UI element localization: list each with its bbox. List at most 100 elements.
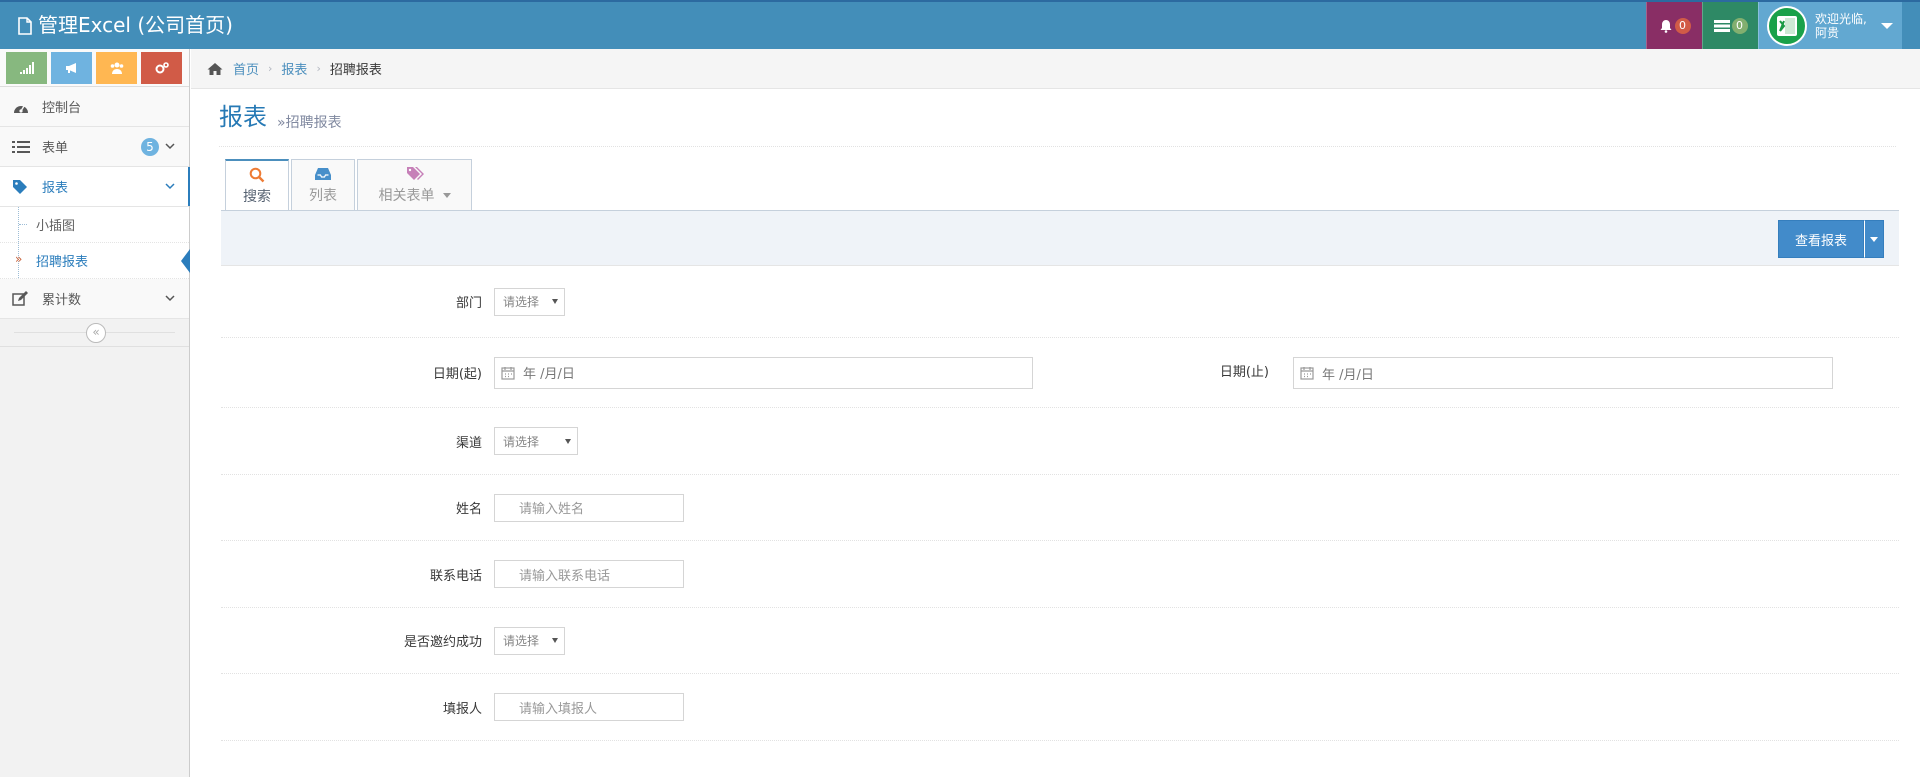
top-navbar: 管理Excel (公司首页) 0 0 欢迎光临, 阿贵 — [0, 0, 1920, 49]
form-row-phone: 联系电话 请输入联系电话 — [221, 541, 1899, 608]
view-report-button[interactable]: 查看报表 — [1777, 220, 1864, 258]
page-header: 报表 »招聘报表 — [219, 89, 1896, 147]
bell-icon — [1660, 19, 1671, 33]
phone-input[interactable]: 请输入联系电话 — [494, 560, 684, 588]
channel-select[interactable]: 请选择 — [494, 427, 578, 455]
welcome-text: 欢迎光临, — [1815, 11, 1867, 26]
form-row-department: 部门 请选择 — [221, 266, 1899, 338]
sidebar-subitem-recruitment-report[interactable]: » 招聘报表 — [0, 243, 190, 279]
name-label: 姓名 — [455, 502, 482, 517]
shortcut-signal-button[interactable] — [6, 52, 47, 84]
tab-list[interactable]: 列表 — [291, 159, 355, 211]
notifications-count: 0 — [1674, 17, 1691, 34]
user-name: 阿贵 — [1815, 25, 1840, 40]
date-start-value: 年 /月/日 — [523, 367, 575, 382]
tasks-button[interactable]: 0 — [1702, 2, 1758, 49]
chevron-down-icon — [165, 143, 175, 150]
page-subtitle: »招聘报表 — [277, 115, 342, 131]
main-content: 首页 › 报表 › 招聘报表 报表 »招聘报表 搜索 列表 相关表单 查看报表 … — [191, 49, 1920, 777]
list-icon — [12, 139, 30, 155]
app-brand[interactable]: 管理Excel (公司首页) — [18, 2, 233, 49]
search-form: 部门 请选择 日期(起) 年 /月/日 日期(止) 年 /月/日 渠道 请选择 … — [221, 266, 1899, 741]
department-select[interactable]: 请选择 — [494, 287, 565, 316]
date-end-value: 年 /月/日 — [1322, 367, 1374, 383]
date-end-input[interactable]: 年 /月/日 — [1293, 357, 1833, 389]
view-report-dropdown-toggle[interactable] — [1864, 220, 1884, 258]
sidebar-item-dashboard[interactable]: 控制台 — [0, 87, 189, 127]
shortcut-bullhorn-button[interactable] — [51, 52, 92, 84]
phone-placeholder: 请输入联系电话 — [519, 568, 611, 584]
dashboard-icon — [12, 99, 30, 115]
search-toolbar: 查看报表 — [221, 210, 1899, 266]
form-row-name: 姓名 请输入姓名 — [221, 475, 1899, 541]
excel-logo-icon — [1777, 15, 1797, 36]
cogs-icon — [155, 62, 169, 74]
invited-select-value: 请选择 — [503, 634, 540, 648]
file-icon — [18, 16, 32, 35]
department-label: 部门 — [455, 296, 482, 311]
date-start-input[interactable]: 年 /月/日 — [494, 356, 1033, 389]
caret-down-icon — [552, 638, 558, 643]
inbox-icon — [315, 168, 331, 180]
user-welcome: 欢迎光临, 阿贵 — [1815, 12, 1867, 40]
tab-label: 列表 — [309, 188, 337, 204]
caret-down-icon — [552, 299, 558, 304]
breadcrumb-current: 招聘报表 — [329, 63, 382, 78]
bullhorn-icon — [65, 63, 76, 73]
invited-select[interactable]: 请选择 — [494, 626, 565, 655]
shortcut-users-button[interactable] — [96, 52, 137, 84]
page-title: 报表 — [219, 103, 267, 131]
tab-related-forms[interactable]: 相关表单 — [357, 159, 472, 211]
name-placeholder: 请输入姓名 — [519, 502, 585, 517]
name-input[interactable]: 请输入姓名 — [494, 493, 684, 522]
sidebar-subitem-label: 招聘报表 — [36, 255, 89, 270]
sidebar-item-cumulative[interactable]: 累计数 — [0, 279, 189, 319]
sidebar-subitem-label: 小插图 — [36, 219, 76, 234]
view-report-button-group: 查看报表 — [1777, 220, 1884, 258]
form-row-dates: 日期(起) 年 /月/日 日期(止) 年 /月/日 — [221, 338, 1899, 408]
chevron-down-icon — [165, 183, 175, 190]
breadcrumb: 首页 › 报表 › 招聘报表 — [191, 49, 1920, 89]
shortcut-cogs-button[interactable] — [141, 52, 182, 84]
search-icon — [249, 167, 265, 182]
caret-down-icon — [1870, 236, 1878, 242]
tab-search[interactable]: 搜索 — [225, 159, 289, 211]
tasks-icon — [1713, 19, 1730, 32]
edit-icon — [12, 290, 30, 307]
tag-icon — [12, 179, 30, 195]
sidebar-item-forms[interactable]: 表单 5 — [0, 127, 189, 167]
channel-label: 渠道 — [455, 435, 482, 451]
breadcrumb-separator: › — [268, 62, 273, 75]
form-row-invited: 是否邀约成功 请选择 — [221, 608, 1899, 674]
sidebar-item-label: 控制台 — [42, 101, 82, 116]
department-select-value: 请选择 — [503, 295, 540, 309]
double-angle-right-icon: » — [15, 252, 23, 266]
sidebar-item-reports[interactable]: 报表 — [0, 167, 190, 207]
sidebar-item-label: 报表 — [42, 181, 69, 196]
notifications-button[interactable]: 0 — [1646, 2, 1702, 49]
home-icon — [207, 62, 223, 75]
reporter-input[interactable]: 请输入填报人 — [494, 693, 684, 721]
sidebar-subitem-illustration[interactable]: 小插图 — [0, 207, 189, 243]
user-menu[interactable]: 欢迎光临, 阿贵 — [1758, 2, 1902, 49]
tab-bar: 搜索 列表 相关表单 — [225, 159, 474, 211]
sidebar: 控制台 表单 5 报表 小插图 » 招聘报表 累计数 « — [0, 49, 190, 777]
tab-label-row: 相关表单 — [379, 185, 451, 205]
breadcrumb-separator: › — [316, 62, 321, 75]
calendar-icon — [501, 366, 515, 380]
signal-icon — [19, 62, 34, 74]
form-row-reporter: 填报人 请输入填报人 — [221, 674, 1899, 741]
tab-label: 搜索 — [243, 188, 271, 205]
breadcrumb-home-link[interactable]: 首页 — [233, 59, 259, 78]
invited-label: 是否邀约成功 — [403, 635, 482, 650]
breadcrumb-reports-link[interactable]: 报表 — [281, 59, 307, 78]
caret-down-icon — [565, 438, 571, 444]
avatar — [1767, 5, 1807, 46]
tab-label: 相关表单 — [378, 188, 435, 204]
caret-down-icon — [1880, 22, 1893, 29]
sidebar-collapse-bar: « — [0, 319, 189, 347]
tree-line — [19, 224, 27, 225]
double-angle-left-icon[interactable]: « — [86, 323, 106, 343]
navbar-right: 0 0 欢迎光临, 阿贵 — [1646, 2, 1902, 49]
chevron-down-icon — [165, 295, 175, 302]
